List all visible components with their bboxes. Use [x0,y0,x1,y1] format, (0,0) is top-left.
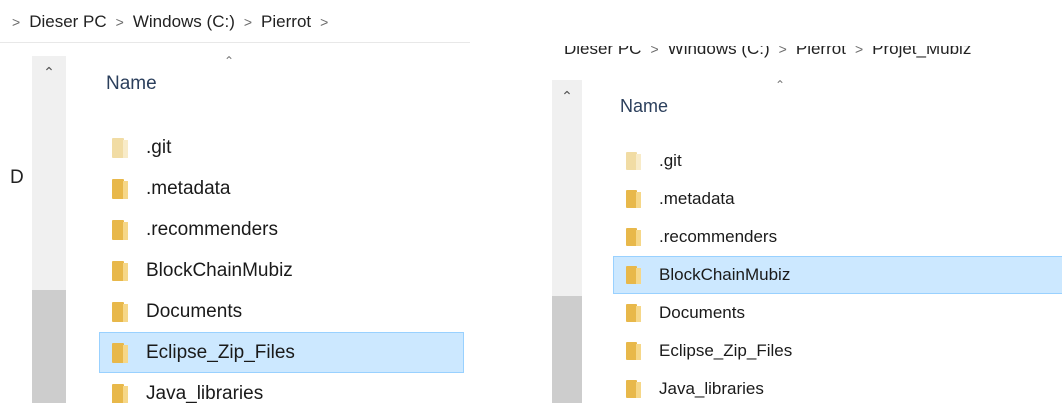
list-item[interactable]: .metadata [613,180,1062,218]
folder-icon [112,383,128,403]
folder-icon [626,342,641,360]
breadcrumb-chevron-icon[interactable]: > [244,14,252,30]
list-item[interactable]: Eclipse_Zip_Files [99,332,464,373]
file-name: .recommenders [146,218,278,240]
file-name: Documents [659,303,745,322]
folder-icon [112,219,128,240]
file-name: .metadata [659,189,735,208]
file-list: .git .metadata .recommenders BlockChainMubi… [99,127,464,403]
file-name: .metadata [146,177,231,199]
folder-icon [626,380,641,398]
scrollbar-thumb[interactable] [552,296,582,403]
breadcrumb-windows-c[interactable]: Windows (C:) [133,12,235,32]
list-item[interactable]: BlockChainMubiz [613,256,1062,294]
scrollbar-thumb[interactable] [32,290,66,403]
folder-icon [112,301,128,322]
file-name: BlockChainMubiz [659,265,791,284]
folder-icon [112,342,128,363]
breadcrumb-pierrot[interactable]: Pierrot [261,12,311,32]
file-name: BlockChainMubiz [146,259,293,281]
folder-icon [112,178,128,199]
list-item[interactable]: Documents [99,291,464,332]
sort-ascending-icon: ⌃ [775,78,786,92]
folder-icon [626,190,641,208]
breadcrumb-cutoff [552,0,1062,46]
list-item[interactable]: BlockChainMubiz [99,250,464,291]
folder-icon [112,137,128,158]
column-header-name[interactable]: Name [620,96,668,117]
file-name: Eclipse_Zip_Files [146,341,295,363]
file-name: .recommenders [659,227,778,246]
file-name: .git [659,151,682,170]
list-item[interactable]: .git [613,142,1062,180]
file-name: Documents [146,300,243,322]
list-item[interactable]: Eclipse_Zip_Files [613,332,1062,370]
folder-icon [626,304,641,322]
folder-icon [626,228,641,246]
list-item[interactable]: Java_libraries [613,370,1062,403]
folder-icon [626,152,641,170]
list-item[interactable]: .git [99,127,464,168]
explorer-window-right: Dieser PC > Windows (C:) > Pierrot > Pro… [552,0,1062,403]
file-name: .git [146,136,172,158]
file-name: Java_libraries [659,379,764,398]
scroll-up-icon[interactable]: ⌃ [32,64,66,81]
breadcrumb-dieser-pc[interactable]: Dieser PC [29,12,106,32]
list-item[interactable]: Documents [613,294,1062,332]
sort-ascending-icon: ⌃ [224,54,235,68]
breadcrumb-chevron-icon[interactable]: > [116,14,124,30]
file-name: Java_libraries [146,382,264,403]
list-item[interactable]: Java_libraries [99,373,464,403]
scroll-up-icon[interactable]: ⌃ [552,88,582,105]
file-list: .git .metadata .recommenders BlockChainMubi… [613,142,1062,403]
breadcrumb-chevron-icon[interactable]: > [12,14,20,30]
list-item[interactable]: .metadata [99,168,464,209]
folder-icon [626,266,641,284]
list-item[interactable]: .recommenders [613,218,1062,256]
column-header-name[interactable]: Name [106,73,157,95]
breadcrumb: > Dieser PC > Windows (C:) > Pierrot > [0,2,470,43]
folder-icon [112,260,128,281]
explorer-window-left: > Dieser PC > Windows (C:) > Pierrot > D… [0,0,470,403]
breadcrumb-chevron-icon[interactable]: > [320,14,328,30]
file-name: Eclipse_Zip_Files [659,341,793,360]
navigation-pane-fragment: D [10,167,24,188]
list-item[interactable]: .recommenders [99,209,464,250]
